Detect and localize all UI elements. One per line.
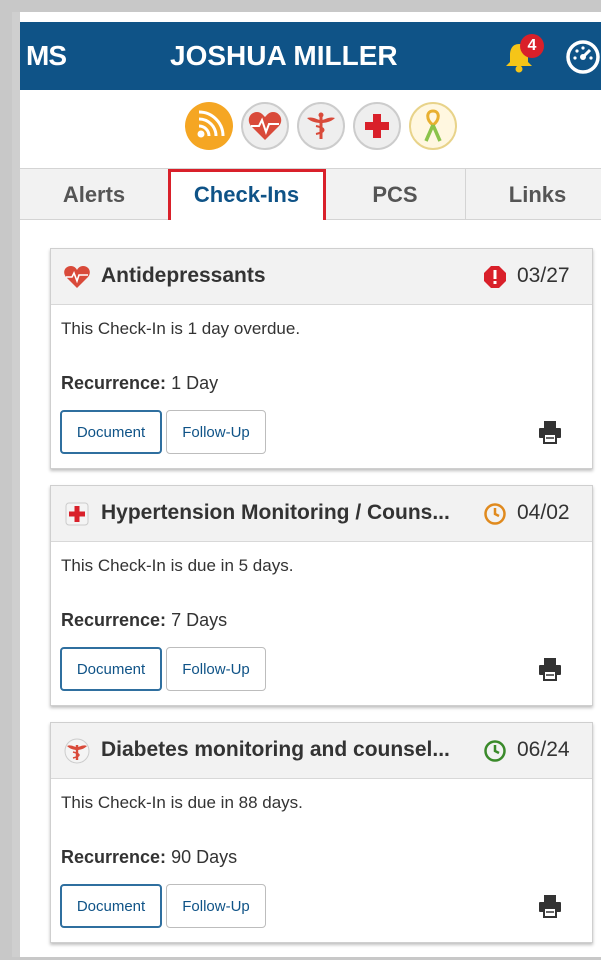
program-icons-row <box>20 90 601 168</box>
due-status-text: This Check-In is due in 88 days. <box>61 793 303 812</box>
check-ins-list: Antidepressants 03/27 This Check-In is 1… <box>20 220 601 957</box>
document-button[interactable]: Document <box>60 647 162 691</box>
recurrence-label: Recurrence: <box>61 373 167 393</box>
patient-name: JOSHUA MILLER <box>170 40 398 71</box>
due-status-text: This Check-In is 1 day overdue. <box>61 319 301 338</box>
print-icon[interactable] <box>537 419 563 445</box>
print-icon[interactable] <box>537 893 563 919</box>
recurrence-label: Recurrence: <box>61 610 167 630</box>
tab-links[interactable]: Links <box>466 169 601 221</box>
recurrence-value: 1 Day <box>171 373 219 393</box>
app-header: MS JOSHUA MILLER 4 <box>20 22 601 90</box>
recurrence: Recurrence: 7 Days <box>61 610 227 631</box>
recurrence-value: 7 Days <box>171 610 228 630</box>
card-header[interactable]: Diabetes monitoring and counsel... 06/24 <box>51 723 592 779</box>
dashboard-gauge-icon[interactable] <box>565 39 601 75</box>
card-title: Diabetes monitoring and counsel... <box>101 738 450 761</box>
recurrence-value: 90 Days <box>171 847 238 867</box>
ribbon-program-icon[interactable] <box>409 102 457 150</box>
heart-program-icon[interactable] <box>241 102 289 150</box>
card-date: 03/27 <box>517 264 570 287</box>
follow-up-button[interactable]: Follow-Up <box>166 410 266 454</box>
app-logo[interactable]: MS <box>26 40 67 72</box>
recurrence: Recurrence: 1 Day <box>61 373 218 394</box>
card-date: 06/24 <box>517 738 570 761</box>
check-in-card: Hypertension Monitoring / Couns... 04/02… <box>50 485 593 706</box>
recurrence-label: Recurrence: <box>61 847 167 867</box>
alert-icon <box>484 266 506 288</box>
card-header[interactable]: Antidepressants 03/27 <box>51 249 592 305</box>
recurrence: Recurrence: 90 Days <box>61 847 237 868</box>
app-frame: MS JOSHUA MILLER 4 Alerts Check-Ins PCS … <box>12 12 601 957</box>
card-body: This Check-In is due in 88 days. Recurre… <box>51 779 592 942</box>
notification-badge[interactable]: 4 <box>520 34 544 58</box>
card-title: Antidepressants <box>101 264 266 287</box>
due-status-text: This Check-In is due in 5 days. <box>61 556 294 575</box>
follow-up-button[interactable]: Follow-Up <box>166 647 266 691</box>
card-header[interactable]: Hypertension Monitoring / Couns... 04/02 <box>51 486 592 542</box>
wireless-program-icon[interactable] <box>185 102 233 150</box>
print-icon[interactable] <box>537 656 563 682</box>
card-body: This Check-In is 1 day overdue. Recurren… <box>51 305 592 468</box>
caduceus-program-icon[interactable] <box>297 102 345 150</box>
check-in-card: Diabetes monitoring and counsel... 06/24… <box>50 722 593 943</box>
clock-icon <box>484 503 506 525</box>
card-date: 04/02 <box>517 501 570 524</box>
card-body: This Check-In is due in 5 days. Recurren… <box>51 542 592 705</box>
clock-icon <box>484 740 506 762</box>
document-button[interactable]: Document <box>60 410 162 454</box>
follow-up-button[interactable]: Follow-Up <box>166 884 266 928</box>
caduceus-icon <box>64 738 90 764</box>
check-in-card: Antidepressants 03/27 This Check-In is 1… <box>50 248 593 469</box>
tab-pcs[interactable]: PCS <box>325 169 466 221</box>
red-cross-program-icon[interactable] <box>353 102 401 150</box>
heart-icon <box>64 266 90 288</box>
tab-alerts[interactable]: Alerts <box>20 169 169 221</box>
red-cross-icon <box>65 502 89 526</box>
card-title: Hypertension Monitoring / Couns... <box>101 501 450 524</box>
document-button[interactable]: Document <box>60 884 162 928</box>
